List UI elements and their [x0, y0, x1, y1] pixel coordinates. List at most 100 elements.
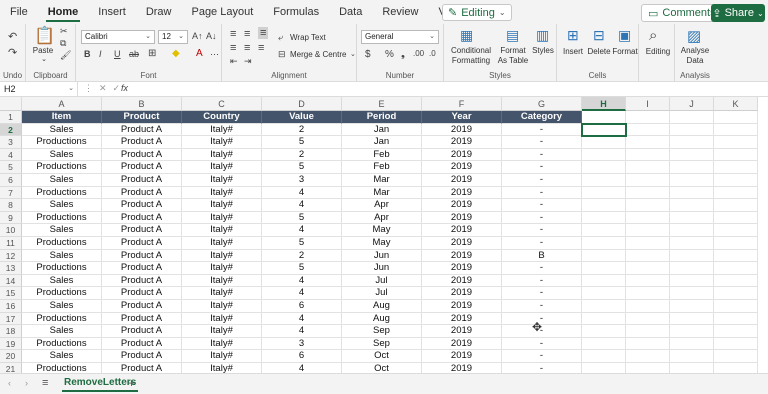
increase-indent-icon[interactable]: ⇥ — [244, 56, 252, 67]
table-cell[interactable]: Sep — [342, 325, 422, 338]
table-cell[interactable]: 4 — [262, 186, 342, 200]
table-cell[interactable] — [714, 174, 758, 187]
table-cell[interactable]: Italy# — [182, 274, 262, 288]
table-cell[interactable] — [626, 287, 670, 300]
menu-tab-insert[interactable]: Insert — [88, 0, 136, 24]
chevron-down-icon[interactable]: ⌄ — [350, 50, 356, 58]
next-sheet-icon[interactable]: › — [25, 378, 28, 388]
table-cell[interactable]: Sales — [22, 224, 102, 237]
borders-icon[interactable]: ⊞ — [148, 48, 156, 59]
delete-cells-icon[interactable]: ⊟ — [593, 27, 605, 44]
prev-sheet-icon[interactable]: ‹ — [8, 378, 11, 388]
table-cell[interactable]: Italy# — [182, 363, 262, 373]
table-cell[interactable]: Product A — [102, 174, 182, 187]
table-cell[interactable] — [670, 136, 714, 149]
table-cell[interactable]: Productions — [22, 363, 102, 373]
cancel-confirm-icons[interactable]: ⋮✕✓ — [84, 83, 126, 94]
row-header[interactable]: 12 — [0, 249, 22, 263]
table-cell[interactable]: Productions — [22, 161, 102, 174]
table-cell[interactable]: Product A — [102, 274, 182, 288]
format-as-table-button[interactable]: Format As Table — [496, 46, 530, 66]
table-cell[interactable] — [670, 337, 714, 351]
table-cell[interactable]: Jul — [342, 274, 422, 288]
table-cell[interactable]: Productions — [22, 287, 102, 300]
table-cell[interactable]: Product A — [102, 325, 182, 338]
table-cell[interactable] — [582, 174, 626, 187]
decrease-decimal-icon[interactable]: .0 — [429, 49, 436, 58]
table-cell[interactable]: Product A — [102, 300, 182, 313]
table-cell[interactable] — [626, 300, 670, 313]
format-cells-icon[interactable]: ▣ — [618, 27, 631, 44]
more-font-icon[interactable]: ⋯ — [210, 49, 219, 60]
spreadsheet-grid[interactable]: A B C D E F G H I J K 1 Item Product Country Value Perio… — [0, 97, 768, 373]
table-cell[interactable]: - — [502, 350, 582, 363]
decrease-indent-icon[interactable]: ⇤ — [230, 56, 238, 67]
row-header[interactable]: 5 — [0, 161, 22, 174]
table-cell[interactable]: Jun — [342, 249, 422, 263]
table-cell[interactable]: Product A — [102, 161, 182, 174]
merge-centre-button[interactable]: Merge & Centre — [290, 50, 346, 59]
table-cell[interactable]: Product A — [102, 148, 182, 162]
table-cell[interactable] — [670, 174, 714, 187]
table-cell[interactable]: - — [502, 123, 582, 137]
table-cell[interactable]: Sales — [22, 123, 102, 137]
table-cell[interactable]: Productions — [22, 136, 102, 149]
conditional-formatting-icon[interactable]: ▦ — [460, 27, 473, 44]
table-cell[interactable]: 2019 — [422, 325, 502, 338]
table-cell[interactable]: - — [502, 337, 582, 351]
row-header[interactable]: 10 — [0, 224, 22, 237]
strikethrough-icon[interactable]: ab — [129, 49, 139, 59]
table-cell[interactable] — [670, 262, 714, 275]
insert-button[interactable]: Insert — [559, 47, 587, 56]
conditional-formatting-button[interactable]: Conditional Formatting — [446, 46, 496, 66]
table-cell[interactable]: 2019 — [422, 136, 502, 149]
table-cell[interactable]: Italy# — [182, 161, 262, 174]
table-cell[interactable]: Sales — [22, 249, 102, 263]
table-cell[interactable] — [714, 186, 758, 200]
table-cell[interactable]: Italy# — [182, 148, 262, 162]
table-cell[interactable]: Feb — [342, 161, 422, 174]
table-cell[interactable] — [582, 249, 626, 263]
table-cell[interactable]: Aug — [342, 300, 422, 313]
table-cell[interactable]: - — [502, 199, 582, 212]
align-bottom-icon[interactable]: ≡ — [258, 27, 269, 39]
table-cell[interactable] — [714, 325, 758, 338]
name-box[interactable]: H2 ⌄ — [0, 82, 78, 97]
analyse-data-button[interactable]: Analyse Data — [677, 46, 713, 66]
table-cell[interactable]: Italy# — [182, 186, 262, 200]
table-cell[interactable] — [670, 300, 714, 313]
table-header-cell[interactable]: Item — [22, 111, 102, 124]
table-cell[interactable] — [582, 161, 626, 174]
table-cell[interactable]: Productions — [22, 262, 102, 275]
table-cell[interactable]: May — [342, 224, 422, 237]
wrap-text-button[interactable]: Wrap Text — [290, 33, 326, 42]
table-cell[interactable]: 2019 — [422, 300, 502, 313]
table-cell[interactable] — [714, 262, 758, 275]
editing-mode-button[interactable]: ✎ Editing ⌄ — [442, 4, 512, 21]
table-cell[interactable]: 3 — [262, 174, 342, 187]
table-cell[interactable]: 4 — [262, 274, 342, 288]
editing-button[interactable]: Editing — [641, 47, 675, 56]
increase-decimal-icon[interactable]: .00 — [413, 49, 424, 58]
row-header[interactable]: 15 — [0, 287, 22, 300]
table-cell[interactable] — [626, 325, 670, 338]
table-cell[interactable] — [714, 300, 758, 313]
table-cell[interactable]: Product A — [102, 262, 182, 275]
table-cell[interactable]: Italy# — [182, 224, 262, 237]
table-cell[interactable]: 2019 — [422, 350, 502, 363]
table-cell[interactable] — [670, 199, 714, 212]
format-painter-icon[interactable]: 🖌 — [60, 50, 71, 61]
table-cell[interactable]: 4 — [262, 199, 342, 212]
row-header[interactable]: 11 — [0, 237, 22, 250]
row-header[interactable]: 14 — [0, 274, 22, 288]
table-cell[interactable] — [714, 337, 758, 351]
table-cell[interactable]: 2 — [262, 123, 342, 137]
table-cell[interactable]: Productions — [22, 312, 102, 326]
column-header-e[interactable]: E — [342, 97, 422, 111]
analyse-data-icon[interactable]: ▨ — [687, 27, 701, 45]
table-cell[interactable]: Product A — [102, 211, 182, 225]
table-cell[interactable]: Apr — [342, 211, 422, 225]
menu-tab-page-layout[interactable]: Page Layout — [181, 0, 263, 24]
delete-button[interactable]: Delete — [586, 47, 612, 56]
table-cell[interactable] — [714, 237, 758, 250]
